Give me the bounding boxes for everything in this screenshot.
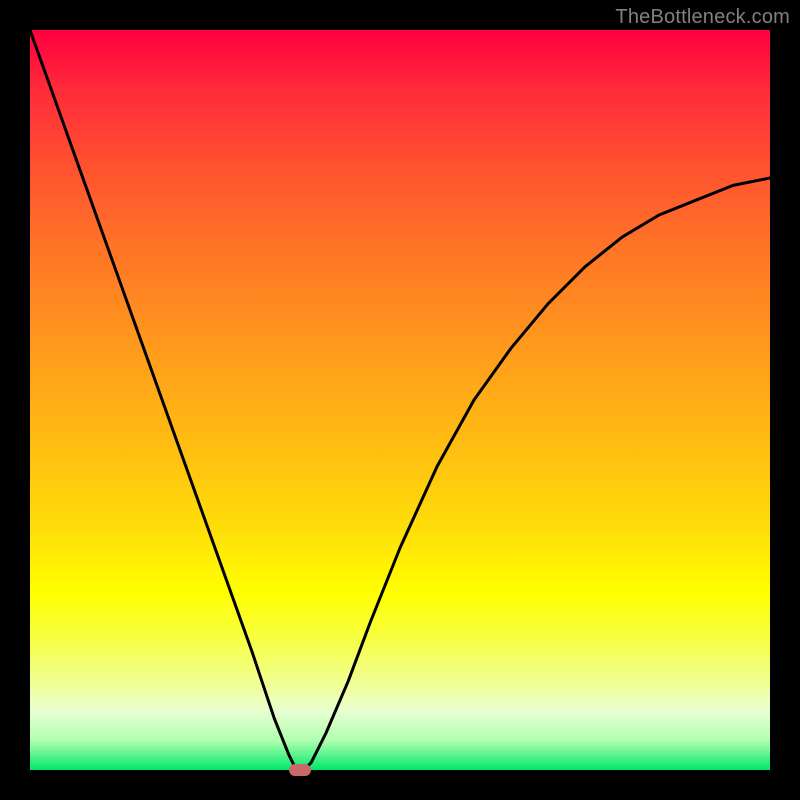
optimal-point-marker: [289, 764, 311, 776]
curve-layer: [30, 30, 770, 770]
watermark-text: TheBottleneck.com: [615, 6, 790, 29]
bottleneck-curve: [30, 30, 770, 770]
chart-frame: TheBottleneck.com: [0, 0, 800, 800]
plot-area: [30, 30, 770, 770]
